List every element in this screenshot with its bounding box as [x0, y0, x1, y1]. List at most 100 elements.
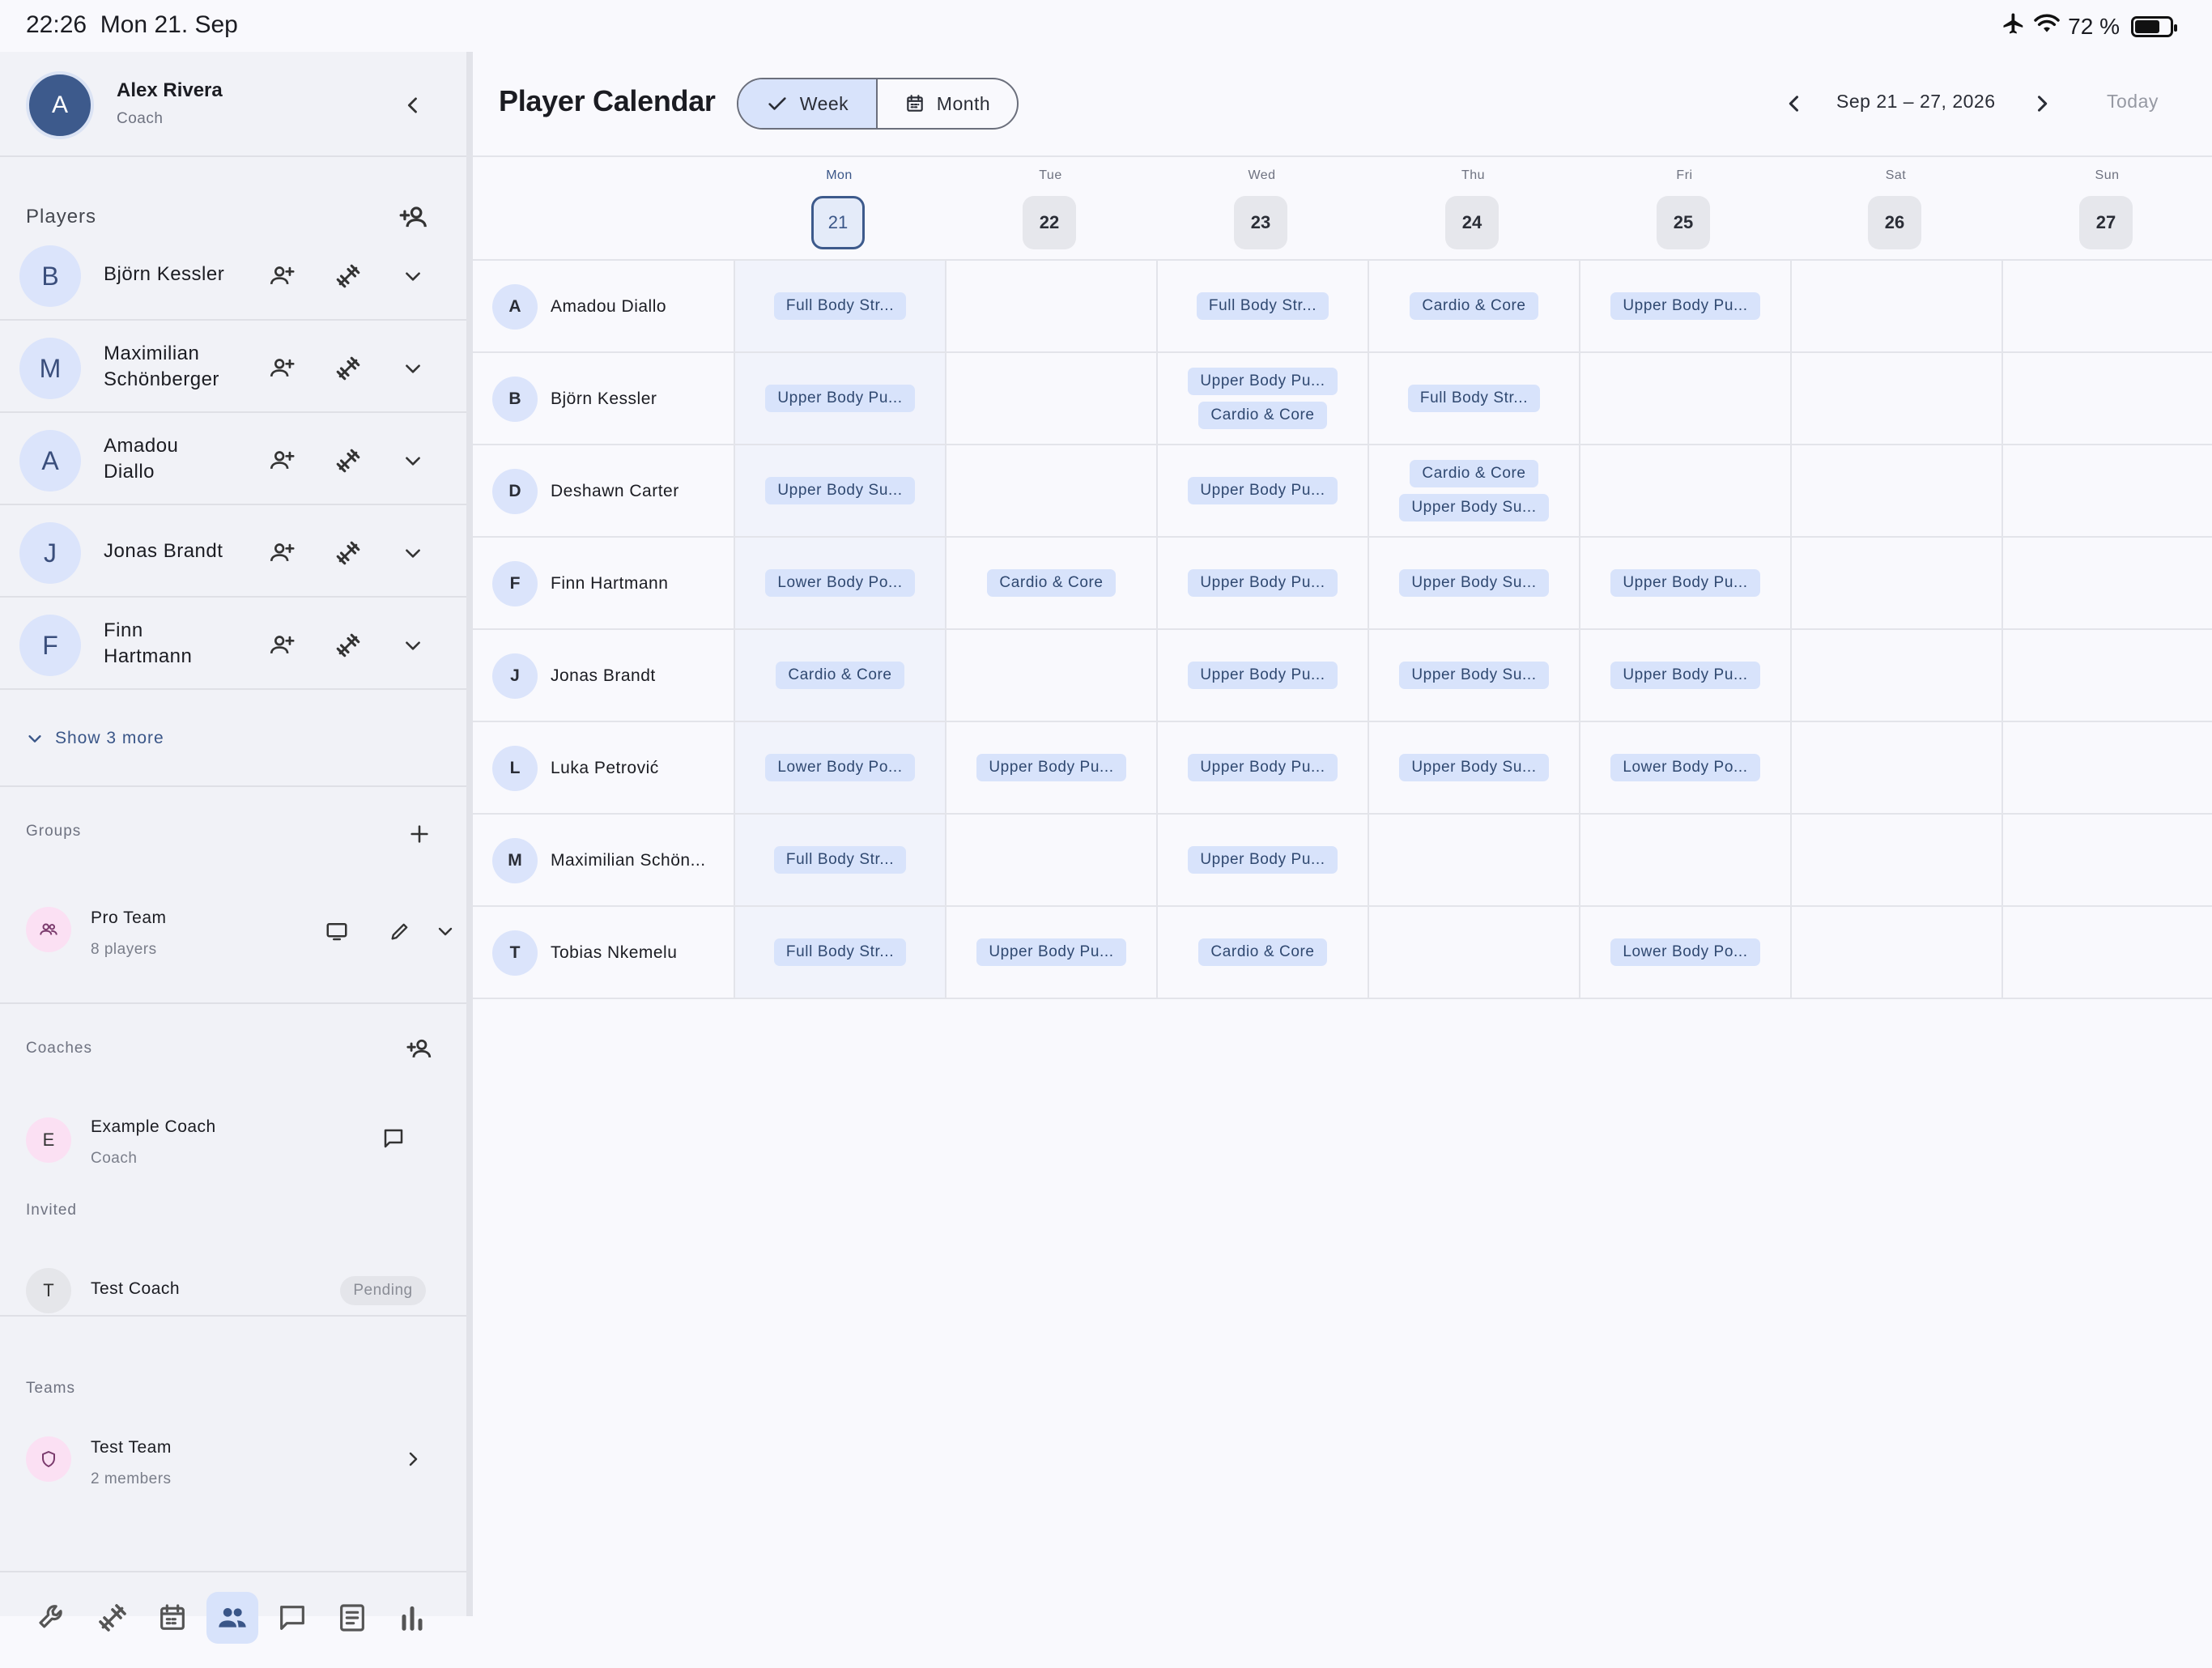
calendar-cell[interactable]: Upper Body Pu... [1579, 538, 1790, 628]
workout-chip[interactable]: Upper Body Pu... [765, 385, 915, 412]
calendar-cell[interactable]: Cardio & Core [734, 630, 945, 721]
calendar-cell[interactable]: Upper Body Pu... [1156, 630, 1368, 721]
calendar-cell[interactable]: Upper Body Pu... [1579, 261, 1790, 351]
month-view-button[interactable]: Month [878, 79, 1017, 128]
calendar-cell[interactable] [945, 815, 1156, 905]
nav-chat-button[interactable] [266, 1592, 318, 1644]
workout-chip[interactable]: Upper Body Su... [765, 477, 915, 504]
calendar-cell[interactable]: Full Body Str... [734, 261, 945, 351]
player-row[interactable]: J Jonas Brandt [0, 505, 466, 598]
day-header[interactable]: Thu 24 [1368, 157, 1579, 261]
workout-chip[interactable]: Upper Body Pu... [1188, 754, 1338, 781]
week-view-button[interactable]: Week [738, 79, 878, 128]
nav-calendar-button[interactable] [147, 1592, 198, 1644]
day-header[interactable]: Wed 23 [1156, 157, 1368, 261]
expand-player-button[interactable] [393, 349, 432, 388]
calendar-cell[interactable]: Upper Body Pu... [1156, 538, 1368, 628]
assign-player-button[interactable] [262, 441, 301, 480]
calendar-cell[interactable] [2001, 353, 2212, 444]
day-number[interactable]: 22 [1023, 196, 1076, 249]
workout-chip[interactable]: Cardio & Core [776, 662, 904, 689]
workout-chip[interactable]: Upper Body Su... [1399, 662, 1549, 689]
calendar-cell[interactable] [1368, 907, 1579, 998]
calendar-cell[interactable] [1790, 261, 2001, 351]
add-coach-button[interactable] [393, 1023, 445, 1075]
collapse-sidebar-button[interactable] [389, 86, 437, 125]
calendar-cell[interactable] [1790, 353, 2001, 444]
profile-avatar[interactable]: A [26, 71, 94, 139]
calendar-cell[interactable] [945, 445, 1156, 536]
group-display-button[interactable] [317, 912, 356, 951]
day-number[interactable]: 27 [2079, 196, 2133, 249]
workout-chip[interactable]: Upper Body Pu... [1188, 846, 1338, 874]
workout-chip[interactable]: Upper Body Su... [1399, 569, 1549, 597]
show-more-players-button[interactable]: Show 3 more [26, 729, 164, 748]
workout-chip[interactable]: Full Body Str... [1407, 385, 1541, 412]
calendar-cell[interactable]: Full Body Str... [1368, 353, 1579, 444]
workout-chip[interactable]: Cardio & Core [1198, 938, 1327, 966]
calendar-cell[interactable] [2001, 261, 2212, 351]
workout-chip[interactable]: Full Body Str... [773, 846, 907, 874]
calendar-cell[interactable] [1790, 815, 2001, 905]
workout-chip[interactable]: Lower Body Po... [765, 569, 915, 597]
group-avatar[interactable] [26, 907, 71, 952]
calendar-cell[interactable] [1368, 815, 1579, 905]
calendar-cell[interactable]: Cardio & Core [1368, 261, 1579, 351]
nav-people-button[interactable] [206, 1592, 258, 1644]
calendar-cell[interactable] [945, 353, 1156, 444]
calendar-cell[interactable]: Lower Body Po... [734, 538, 945, 628]
calendar-cell[interactable]: Cardio & Core Upper Body Su... [1368, 445, 1579, 536]
calendar-cell[interactable] [2001, 538, 2212, 628]
nav-wrench-button[interactable] [27, 1592, 79, 1644]
day-number[interactable]: 21 [811, 196, 865, 249]
calendar-cell[interactable] [1790, 538, 2001, 628]
sidebar-resize-handle[interactable] [466, 52, 473, 1616]
expand-player-button[interactable] [393, 534, 432, 572]
workout-chip[interactable]: Full Body Str... [773, 292, 907, 320]
workout-chip[interactable]: Upper Body Su... [1399, 494, 1549, 521]
calendar-cell[interactable] [2001, 445, 2212, 536]
day-header[interactable]: Fri 25 [1579, 157, 1790, 261]
calendar-cell[interactable] [2001, 722, 2212, 813]
workout-chip[interactable]: Lower Body Po... [1610, 938, 1760, 966]
workout-chip[interactable]: Upper Body Pu... [976, 938, 1126, 966]
workout-chip[interactable]: Lower Body Po... [765, 754, 915, 781]
calendar-cell[interactable] [1790, 907, 2001, 998]
calendar-cell[interactable]: Lower Body Po... [1579, 722, 1790, 813]
day-header[interactable]: Mon 21 [734, 157, 945, 261]
assign-workout-button[interactable] [329, 626, 368, 665]
calendar-cell[interactable] [1790, 722, 2001, 813]
calendar-cell[interactable]: Upper Body Pu... [945, 722, 1156, 813]
team-name[interactable]: Test Team [91, 1438, 172, 1457]
workout-chip[interactable]: Upper Body Pu... [1610, 569, 1760, 597]
team-avatar[interactable] [26, 1436, 71, 1482]
workout-chip[interactable]: Full Body Str... [1196, 292, 1329, 320]
day-header[interactable]: Tue 22 [945, 157, 1156, 261]
calendar-cell[interactable]: Upper Body Pu... [734, 353, 945, 444]
group-name[interactable]: Pro Team [91, 908, 167, 928]
expand-player-button[interactable] [393, 257, 432, 296]
nav-notes-button[interactable] [326, 1592, 378, 1644]
assign-workout-button[interactable] [329, 257, 368, 296]
calendar-cell[interactable] [2001, 815, 2212, 905]
day-header[interactable]: Sun 27 [2001, 157, 2212, 261]
calendar-cell[interactable] [2001, 630, 2212, 721]
assign-player-button[interactable] [262, 257, 301, 296]
player-row[interactable]: A Amadou Diallo [0, 413, 466, 505]
player-row[interactable]: F Finn Hartmann [0, 598, 466, 690]
calendar-cell[interactable]: Upper Body Pu... [1579, 630, 1790, 721]
calendar-cell[interactable]: Full Body Str... [734, 907, 945, 998]
workout-chip[interactable]: Upper Body Pu... [1610, 292, 1760, 320]
calendar-cell[interactable] [1579, 445, 1790, 536]
calendar-cell[interactable]: Upper Body Pu... Cardio & Core [1156, 353, 1368, 444]
assign-player-button[interactable] [262, 349, 301, 388]
group-expand-button[interactable] [429, 912, 462, 951]
coach-name[interactable]: Example Coach [91, 1117, 216, 1137]
day-header[interactable]: Sat 26 [1790, 157, 2001, 261]
assign-player-button[interactable] [262, 626, 301, 665]
player-row[interactable]: B Björn Kessler [0, 228, 466, 321]
workout-chip[interactable]: Upper Body Pu... [1188, 662, 1338, 689]
calendar-cell[interactable] [1790, 630, 2001, 721]
day-number[interactable]: 24 [1445, 196, 1499, 249]
workout-chip[interactable]: Upper Body Pu... [1610, 662, 1760, 689]
